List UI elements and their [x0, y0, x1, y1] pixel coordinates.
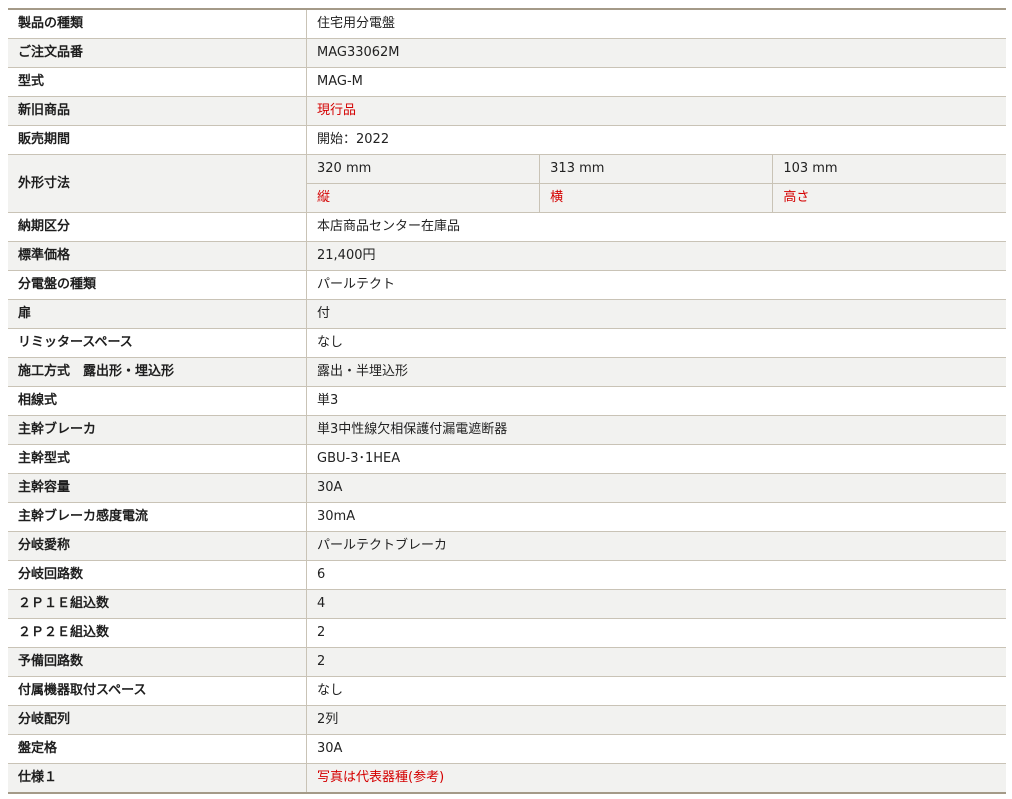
dimension-label-width: 横 — [539, 183, 774, 213]
spec-row: 新旧商品 現行品 — [8, 96, 1006, 126]
dimension-label-depth: 高さ — [772, 183, 1006, 213]
spec-label: 主幹容量 — [8, 473, 307, 503]
spec-value: 2 — [306, 647, 1006, 677]
spec-label: 分岐回路数 — [8, 560, 307, 590]
spec-label: 製品の種類 — [8, 9, 307, 39]
spec-label: 分岐愛称 — [8, 531, 307, 561]
spec-value: 露出・半埋込形 — [306, 357, 1006, 387]
spec-value: なし — [306, 676, 1006, 706]
spec-value: 付 — [306, 299, 1006, 329]
dimension-value-width: 313 mm — [539, 154, 774, 184]
spec-row: ご注文品番 MAG33062M — [8, 38, 1006, 68]
spec-row: 型式 MAG-M — [8, 67, 1006, 97]
spec-row: 施工方式 露出形・埋込形 露出・半埋込形 — [8, 357, 1006, 387]
spec-label: 新旧商品 — [8, 96, 307, 126]
spec-value: 開始：2022 — [306, 125, 1006, 155]
spec-label: 標準価格 — [8, 241, 307, 271]
spec-row-dimensions: 外形寸法 320 mm 313 mm 103 mm — [8, 154, 1006, 213]
spec-row: 主幹容量 30A — [8, 473, 1006, 503]
spec-row: 主幹ブレーカ感度電流 30mA — [8, 502, 1006, 532]
spec-label: 販売期間 — [8, 125, 307, 155]
spec-value: 4 — [306, 589, 1006, 619]
spec-label: 盤定格 — [8, 734, 307, 764]
spec-row: 扉 付 — [8, 299, 1006, 329]
spec-label: 型式 — [8, 67, 307, 97]
spec-label: 付属機器取付スペース — [8, 676, 307, 706]
spec-value: 本店商品センター在庫品 — [306, 212, 1006, 242]
spec-table: 製品の種類 住宅用分電盤 ご注文品番 MAG33062M 型式 MAG-M 新旧… — [8, 8, 1006, 794]
spec-label: 仕様１ — [8, 763, 307, 793]
spec-row: 予備回路数 2 — [8, 647, 1006, 677]
spec-label: 分岐配列 — [8, 705, 307, 735]
spec-row: 付属機器取付スペース なし — [8, 676, 1006, 706]
spec-value: 30A — [306, 473, 1006, 503]
spec-value: 6 — [306, 560, 1006, 590]
spec-label: 主幹ブレーカ感度電流 — [8, 502, 307, 532]
spec-label: 外形寸法 — [8, 154, 307, 213]
spec-label: 主幹型式 — [8, 444, 307, 474]
spec-row: 販売期間 開始：2022 — [8, 125, 1006, 155]
spec-row: 盤定格 30A — [8, 734, 1006, 764]
dimension-value-height: 320 mm — [306, 154, 541, 184]
spec-value: MAG33062M — [306, 38, 1006, 68]
spec-row: 分岐配列 2列 — [8, 705, 1006, 735]
spec-label: ２Ｐ１Ｅ組込数 — [8, 589, 307, 619]
spec-label: 予備回路数 — [8, 647, 307, 677]
spec-row: 相線式 単3 — [8, 386, 1006, 416]
spec-value: 2列 — [306, 705, 1006, 735]
spec-value: 単3 — [306, 386, 1006, 416]
spec-value: 単3中性線欠相保護付漏電遮断器 — [306, 415, 1006, 445]
spec-label: 扉 — [8, 299, 307, 329]
spec-row: 納期区分 本店商品センター在庫品 — [8, 212, 1006, 242]
spec-label: リミッタースペース — [8, 328, 307, 358]
spec-label: ご注文品番 — [8, 38, 307, 68]
spec-row: リミッタースペース なし — [8, 328, 1006, 358]
spec-value: 現行品 — [306, 96, 1006, 126]
spec-label: ２Ｐ２Ｅ組込数 — [8, 618, 307, 648]
spec-value: MAG-M — [306, 67, 1006, 97]
spec-row: 主幹型式 GBU-3･1HEA — [8, 444, 1006, 474]
spec-label: 分電盤の種類 — [8, 270, 307, 300]
spec-row: 分岐回路数 6 — [8, 560, 1006, 590]
spec-row: 分電盤の種類 パールテクト — [8, 270, 1006, 300]
spec-row: 仕様１ 写真は代表器種(参考) — [8, 763, 1006, 793]
spec-value: 2 — [306, 618, 1006, 648]
spec-value: 30mA — [306, 502, 1006, 532]
spec-label: 施工方式 露出形・埋込形 — [8, 357, 307, 387]
spec-row: ２Ｐ２Ｅ組込数 2 — [8, 618, 1006, 648]
spec-row: 主幹ブレーカ 単3中性線欠相保護付漏電遮断器 — [8, 415, 1006, 445]
spec-row: 製品の種類 住宅用分電盤 — [8, 9, 1006, 39]
spec-label: 相線式 — [8, 386, 307, 416]
spec-row: 分岐愛称 パールテクトブレーカ — [8, 531, 1006, 561]
spec-value: 21,400円 — [306, 241, 1006, 271]
spec-value: GBU-3･1HEA — [306, 444, 1006, 474]
spec-value: 写真は代表器種(参考) — [306, 763, 1006, 793]
spec-value: パールテクトブレーカ — [306, 531, 1006, 561]
spec-value: パールテクト — [306, 270, 1006, 300]
spec-label: 主幹ブレーカ — [8, 415, 307, 445]
spec-row: 標準価格 21,400円 — [8, 241, 1006, 271]
dimension-value-depth: 103 mm — [772, 154, 1006, 184]
spec-value: 30A — [306, 734, 1006, 764]
spec-row: ２Ｐ１Ｅ組込数 4 — [8, 589, 1006, 619]
spec-value: なし — [306, 328, 1006, 358]
spec-label: 納期区分 — [8, 212, 307, 242]
spec-value: 住宅用分電盤 — [306, 9, 1006, 39]
dimension-label-height: 縦 — [306, 183, 541, 213]
